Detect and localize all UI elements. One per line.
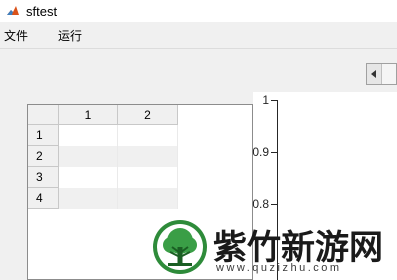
y-tick-label: 0.8	[252, 197, 269, 211]
row-header[interactable]: 1	[28, 125, 59, 146]
row-header[interactable]: 3	[28, 167, 59, 188]
watermark-url: www.quzizhu.com	[216, 262, 342, 274]
table-cell[interactable]	[118, 146, 178, 167]
chevron-left-icon	[371, 70, 376, 78]
column-header[interactable]: 1	[59, 105, 118, 125]
column-header[interactable]: 2	[118, 105, 178, 125]
table-cell[interactable]	[118, 188, 178, 209]
table-cell[interactable]	[59, 146, 118, 167]
menu-run[interactable]: 运行	[52, 27, 88, 44]
y-tick-label: 1	[262, 93, 269, 107]
menu-bar: 文件 运行	[0, 26, 397, 44]
table-cell[interactable]	[118, 167, 178, 188]
menu-file[interactable]: 文件	[0, 27, 34, 44]
row-header[interactable]: 4	[28, 188, 59, 209]
title-bar: sftest	[0, 0, 397, 22]
table-cell[interactable]	[118, 125, 178, 146]
row-header[interactable]: 2	[28, 146, 59, 167]
watermark: 紫竹新游网 www.quzizhu.com	[150, 216, 395, 280]
tree-logo-icon	[153, 220, 207, 274]
menu-divider	[0, 48, 397, 49]
slider-control[interactable]	[366, 63, 397, 85]
y-tick-label: 0.9	[252, 145, 269, 159]
y-tick	[271, 100, 277, 101]
slider-left-arrow[interactable]	[367, 64, 382, 84]
y-tick	[271, 152, 277, 153]
table-cell[interactable]	[59, 188, 118, 209]
y-tick	[271, 204, 277, 205]
window-title: sftest	[26, 3, 58, 19]
table-cell[interactable]	[59, 125, 118, 146]
table-cell[interactable]	[59, 167, 118, 188]
table-corner	[28, 105, 59, 125]
matlab-app-icon	[7, 6, 19, 15]
